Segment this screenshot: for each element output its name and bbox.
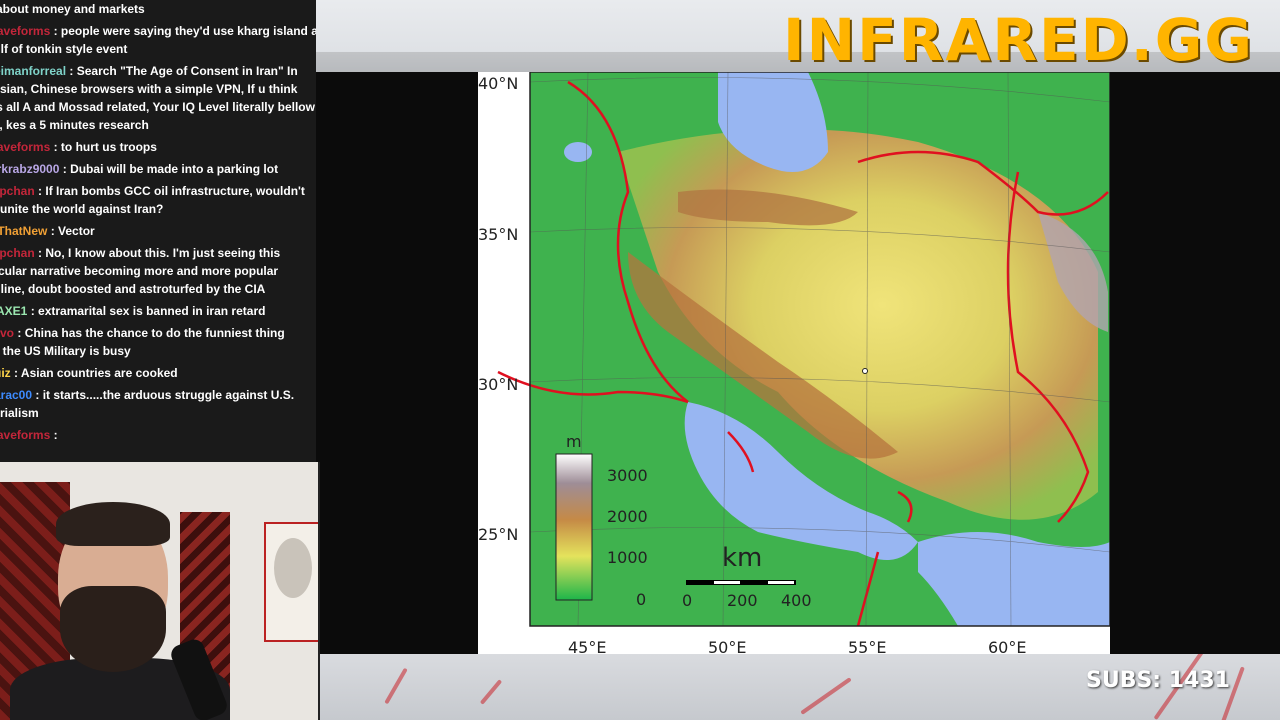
lat-label-30: 30°N <box>478 375 519 394</box>
chat-username[interactable]: MAXE1 <box>0 304 27 318</box>
chat-message: Peimanforreal : Search "The Age of Conse… <box>0 62 316 134</box>
chat-message-text: s about money and markets <box>0 2 145 16</box>
chat-username[interactable]: Orvo <box>0 326 14 340</box>
chat-username[interactable]: Waveforms <box>0 428 50 442</box>
chat-message: Suiz : Asian countries are cooked <box>0 364 316 382</box>
chat-message-text: : to hurt us troops <box>53 140 157 154</box>
mouse-cursor <box>862 368 868 374</box>
chat-message-text: : Vector <box>50 224 95 238</box>
poster-portrait <box>274 538 312 598</box>
chat-message-continuation: rticular narrative becoming more and mor… <box>0 264 279 296</box>
chat-message: Waveforms : to hurt us troops <box>0 138 316 156</box>
chat-message: tfarac00 : it starts.....the arduous str… <box>0 386 316 422</box>
chat-message-text: : extramarital sex is banned in iran ret… <box>30 304 266 318</box>
chat-message-continuation: at unite the world against Iran? <box>0 202 164 216</box>
chat-message-text: : it starts.....the arduous struggle aga… <box>35 388 295 402</box>
decorative-streak <box>800 677 852 715</box>
scale-title: km <box>722 543 763 573</box>
chat-panel[interactable]: s about money and markets Waveforms : peo… <box>0 0 316 462</box>
legend-tick: 3000 <box>607 466 648 485</box>
chat-message-text: : China has the chance to do the funnies… <box>17 326 285 340</box>
chat-message: Waveforms : people were saying they'd us… <box>0 22 316 58</box>
decorative-streak <box>479 679 503 705</box>
chat-message: Waveforms : <box>0 426 316 444</box>
chat-message-continuation: ile the US Military is busy <box>0 344 131 358</box>
chat-message-text: : No, I know about this. I'm just seeing… <box>38 246 281 260</box>
wall-poster <box>264 522 318 642</box>
chat-username[interactable]: Waveforms <box>0 140 50 154</box>
chat-message: sepchan : No, I know about this. I'm jus… <box>0 244 316 298</box>
scale-bar-segment <box>714 581 740 584</box>
chat-username[interactable]: sepchan <box>0 184 35 198</box>
chat-message: mrkrabz9000 : Dubai will be made into a … <box>0 160 316 178</box>
lon-label-45: 45°E <box>568 638 607 657</box>
chat-message: sepchan : If Iran bombs GCC oil infrastr… <box>0 182 316 218</box>
scale-tick: 400 <box>781 591 812 610</box>
chat-message: Orvo : China has the chance to do the fu… <box>0 324 316 360</box>
chat-message: MAXE1 : extramarital sex is banned in ir… <box>0 302 316 320</box>
lon-label-60: 60°E <box>988 638 1027 657</box>
map-graphic <box>497 72 1110 627</box>
legend-unit: m <box>566 432 582 451</box>
chat-message-text: : Dubai will be made into a parking lot <box>62 162 279 176</box>
chat-username[interactable]: Waveforms <box>0 24 50 38</box>
chat-username[interactable]: Peimanforreal <box>0 64 66 78</box>
chat-message-text: : Search "The Age of Consent in Iran" In <box>69 64 298 78</box>
lon-label-50: 50°E <box>708 638 747 657</box>
chat-message-continuation: perialism <box>0 406 39 420</box>
chat-message-text: : <box>53 428 58 442</box>
chat-message-text: : If Iran bombs GCC oil infrastructure, … <box>38 184 305 198</box>
scale-tick: 200 <box>727 591 758 610</box>
lat-label-35: 35°N <box>478 225 519 244</box>
elevation-legend-bar <box>555 453 593 601</box>
streamer-beard <box>60 586 166 672</box>
scale-bar-segment <box>768 581 794 584</box>
legend-tick: 0 <box>636 590 647 609</box>
legend-tick: 1000 <box>607 548 648 567</box>
subscriber-count: SUBS: 1431 <box>1085 668 1230 693</box>
decorative-streak <box>384 667 408 705</box>
lat-label-25: 25°N <box>478 525 519 544</box>
legend-tick: 2000 <box>607 507 648 526</box>
chat-message-text: : people were saying they'd use kharg is… <box>53 24 316 38</box>
chat-message-text: : Asian countries are cooked <box>14 366 178 380</box>
chat-message-continuation: gulf of tonkin style event <box>0 42 128 56</box>
chat-username[interactable]: tfarac00 <box>0 388 32 402</box>
lake-urmia <box>564 142 592 162</box>
chat-username[interactable]: otThatNew <box>0 224 47 238</box>
scale-tick: 0 <box>682 591 693 610</box>
webcam-feed <box>0 462 320 720</box>
lat-label-40: 40°N <box>478 74 519 93</box>
chat-message-continuation: ussian, Chinese browsers with a simple V… <box>0 82 315 132</box>
iran-topographic-map <box>478 72 1110 654</box>
lon-label-55: 55°E <box>848 638 887 657</box>
chat-message: otThatNew : Vector <box>0 222 316 240</box>
chat-message: s about money and markets <box>0 0 316 18</box>
streamer-hair <box>56 502 170 546</box>
brand-logo-text: INFRARED.GG <box>783 6 1254 74</box>
chat-username[interactable]: sepchan <box>0 246 35 260</box>
chat-username[interactable]: Suiz <box>0 366 11 380</box>
chat-username[interactable]: mrkrabz9000 <box>0 162 59 176</box>
